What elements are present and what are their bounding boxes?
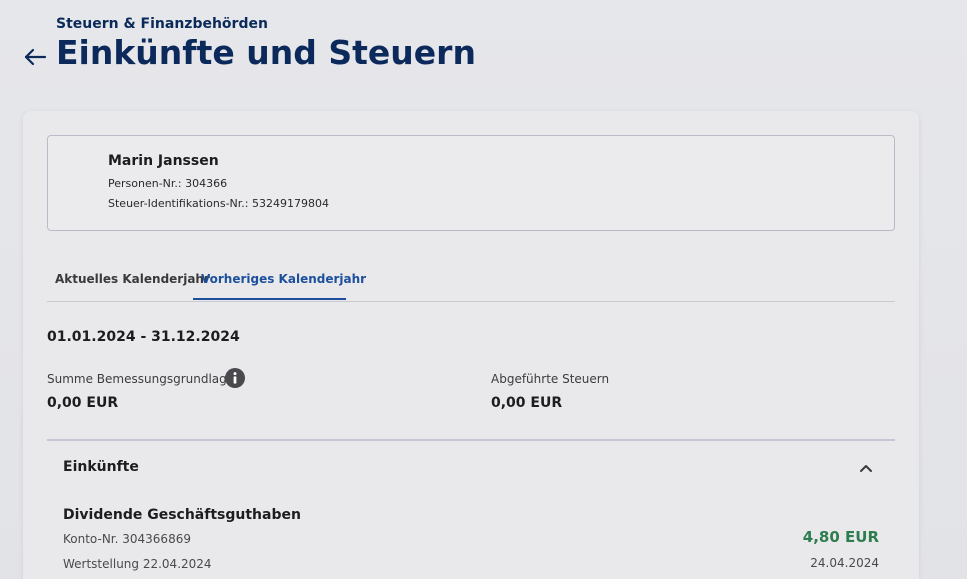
entry-account: Konto-Nr. 304366869 — [63, 532, 191, 546]
entry-amount: 4,80 EUR — [802, 528, 879, 546]
person-number: Personen-Nr.: 304366 — [108, 177, 228, 190]
info-glyph — [233, 372, 237, 384]
active-tab-indicator — [193, 298, 346, 300]
tab-previous-year[interactable]: Vorheriges Kalenderjahr — [201, 272, 366, 286]
income-card: Marin Janssen Personen-Nr.: 304366 Steue… — [23, 111, 919, 579]
section-divider — [47, 439, 895, 441]
back-button[interactable] — [22, 44, 48, 70]
person-info-box: Marin Janssen Personen-Nr.: 304366 Steue… — [47, 135, 895, 231]
entry-value-date: Wertstellung 22.04.2024 — [63, 557, 212, 571]
tab-current-year[interactable]: Aktuelles Kalenderjahr — [55, 272, 210, 286]
collapse-button[interactable] — [856, 458, 876, 478]
taxes-paid-value: 0,00 EUR — [491, 395, 563, 411]
tax-id: Steuer-Identifikations-Nr.: 53249179804 — [108, 197, 329, 210]
taxes-paid-label: Abgeführte Steuern — [491, 372, 610, 386]
page-title: Einkünfte und Steuern — [56, 33, 476, 72]
person-name: Marin Janssen — [108, 153, 219, 169]
base-sum-value: 0,00 EUR — [47, 395, 119, 411]
entry-date: 24.04.2024 — [810, 556, 879, 570]
entry-title: Dividende Geschäftsguthaben — [63, 507, 301, 523]
info-icon[interactable] — [225, 368, 245, 388]
year-tabs: Aktuelles Kalenderjahr Vorheriges Kalend… — [47, 261, 895, 302]
income-section-title[interactable]: Einkünfte — [63, 459, 139, 475]
chevron-up-icon — [860, 465, 872, 472]
base-sum-label: Summe Bemessungsgrundlage — [47, 372, 235, 386]
arrow-left-icon — [24, 48, 47, 66]
breadcrumb[interactable]: Steuern & Finanzbehörden — [56, 16, 268, 32]
period-range: 01.01.2024 - 31.12.2024 — [47, 329, 240, 345]
